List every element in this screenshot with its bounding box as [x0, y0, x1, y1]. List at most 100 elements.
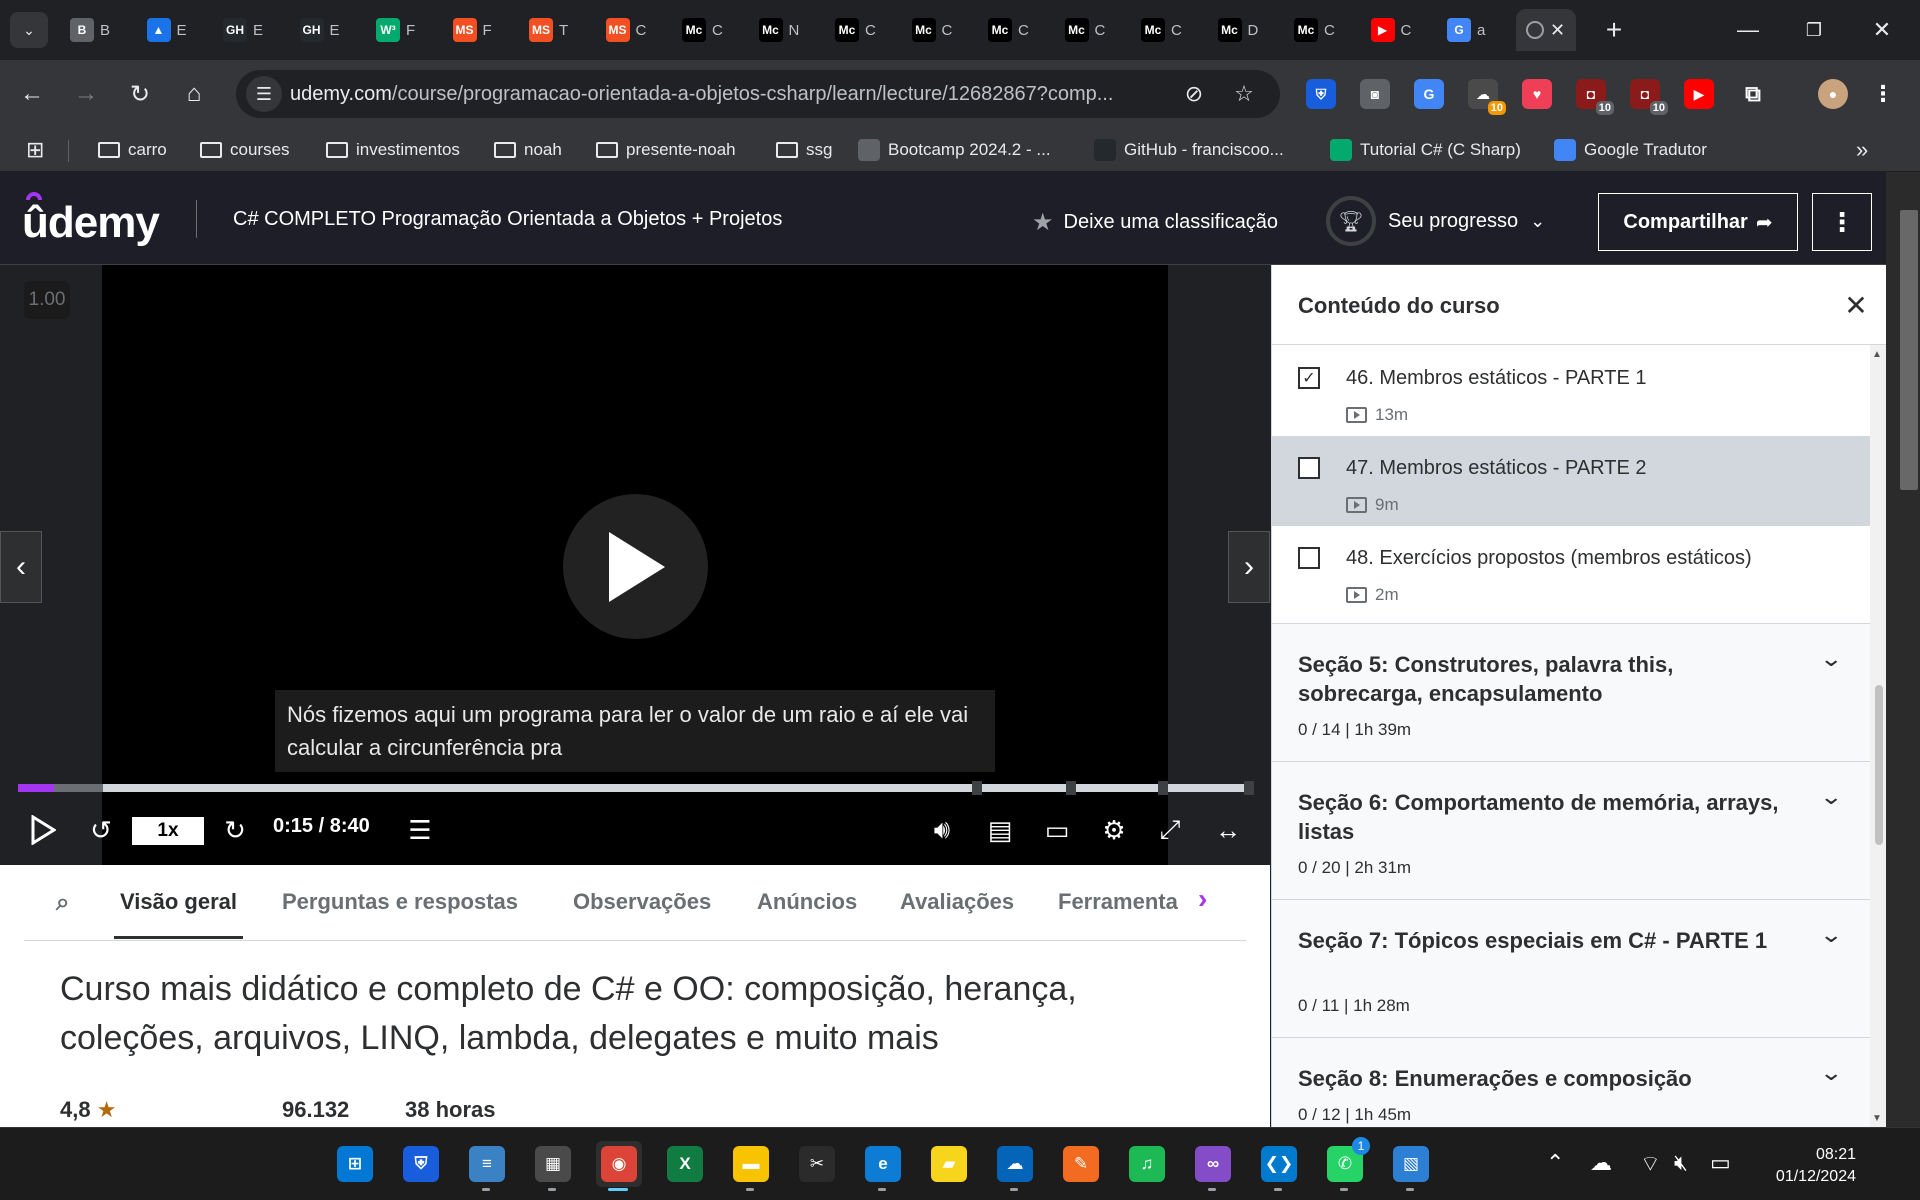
image-app-taskbar-icon[interactable]: ▧ — [1388, 1141, 1434, 1191]
tab-overview[interactable]: Visão geral — [114, 889, 243, 939]
share-button[interactable]: Compartilhar ➦ — [1598, 193, 1798, 251]
extensions-puzzle-icon[interactable]: ⧉ — [1738, 79, 1768, 109]
spotify-taskbar-icon[interactable]: ♫ — [1124, 1141, 1170, 1187]
edge-taskbar-icon[interactable]: e — [860, 1141, 906, 1191]
reload-button[interactable]: ↻ — [120, 74, 160, 114]
whatsapp-taskbar-icon[interactable]: ✆ 1 — [1322, 1137, 1370, 1191]
browser-tab[interactable]: GH E — [213, 9, 287, 51]
transcript-icon[interactable]: ▤ — [982, 810, 1018, 850]
bookmarks-overflow-icon[interactable]: » — [1856, 136, 1868, 164]
captions-icon[interactable]: ▭ — [1038, 810, 1076, 850]
browser-tab[interactable]: MS T — [519, 9, 593, 51]
more-options-button[interactable]: ⋮ — [1812, 193, 1872, 251]
chevron-down-icon[interactable]: ⌄ — [1819, 922, 1843, 948]
video-player[interactable]: 1.00 ‹ › Nós fizemos aqui um programa pa… — [0, 265, 1270, 865]
browser-tab[interactable]: ▲ E — [137, 9, 211, 51]
playback-rate-button[interactable]: 1x — [132, 817, 204, 845]
progress-button[interactable]: 🏆︎ Seu progresso ⌄ — [1326, 196, 1545, 246]
browser-tab[interactable]: MS C — [596, 9, 670, 51]
section-item[interactable]: Seção 5: Construtores, palavra this, sob… — [1272, 623, 1870, 761]
rate-course-button[interactable]: ★ Deixe uma classificação — [1032, 208, 1278, 237]
tab-tools[interactable]: Ferramenta — [1058, 889, 1214, 915]
file-explorer-taskbar-icon[interactable]: ▬ — [728, 1141, 774, 1191]
browser-tab[interactable]: Mc D — [1208, 9, 1282, 51]
course-title[interactable]: C# COMPLETO Programação Orientada a Obje… — [233, 208, 782, 231]
browser-tab[interactable]: Mc C — [1284, 9, 1358, 51]
tab-qa[interactable]: Perguntas e respostas — [282, 889, 518, 915]
extension-a-icon[interactable]: ◘ 10 — [1576, 79, 1614, 115]
active-tab-close-icon[interactable]: ✕ — [1550, 20, 1565, 41]
section-item[interactable]: Seção 8: Enumerações e composição 0 / 12 … — [1272, 1037, 1870, 1127]
onedrive-icon[interactable]: ☁ — [1590, 1150, 1612, 1176]
big-play-button[interactable] — [563, 494, 708, 639]
tab-notes[interactable]: Observações — [573, 889, 711, 915]
extension-b-icon[interactable]: ◘ 10 — [1630, 79, 1668, 115]
volume-icon[interactable]: 🔊︎ — [924, 810, 960, 850]
browser-tab[interactable]: Mc C — [672, 9, 746, 51]
snipping-tool-taskbar-icon[interactable]: ✂ — [794, 1141, 840, 1187]
onedrive-folder-taskbar-icon[interactable]: ☁ — [992, 1141, 1038, 1191]
bookmark-item[interactable]: carro — [98, 136, 167, 164]
bitwarden-taskbar-icon[interactable]: ⛨ — [398, 1141, 444, 1187]
chevron-down-icon[interactable]: ⌄ — [1819, 646, 1843, 672]
lecture-checkbox[interactable] — [1298, 457, 1320, 479]
tab-announcements[interactable]: Anúncios — [757, 889, 857, 915]
browser-tab[interactable]: BB — [60, 9, 134, 51]
close-window-button[interactable]: ✕ — [1850, 0, 1914, 60]
home-button[interactable]: ⌂ — [174, 74, 214, 114]
sidebar-scroll-thumb[interactable] — [1875, 685, 1883, 845]
video-progress-bar[interactable] — [18, 781, 1254, 795]
address-bar[interactable]: ☰ udemy.com/course/programacao-orientada… — [236, 70, 1280, 118]
bookmark-item[interactable]: GitHub - franciscoo... — [1094, 136, 1284, 164]
browser-tab[interactable]: Mc C — [902, 9, 976, 51]
tab-reviews[interactable]: Avaliações — [900, 889, 1014, 915]
fullscreen-icon[interactable]: ⤢ — [1152, 810, 1188, 850]
active-tab[interactable]: ✕ — [1516, 9, 1576, 51]
browser-tab[interactable]: Mc C — [1131, 9, 1205, 51]
browser-tab[interactable]: GH E — [290, 9, 364, 51]
chrome-taskbar-icon[interactable]: ◉ — [596, 1141, 642, 1191]
system-clock[interactable]: 08:21 01/12/2024 — [1752, 1144, 1856, 1188]
new-tab-button[interactable]: + — [1596, 12, 1632, 48]
notepad-taskbar-icon[interactable]: ≡ — [464, 1141, 510, 1191]
wifi-icon[interactable]: ⌔ — [1640, 1150, 1661, 1178]
scroll-up-icon[interactable]: ▲ — [1872, 349, 1882, 360]
browser-tab[interactable]: W³ F — [366, 9, 440, 51]
volume-muted-icon[interactable]: 🔇︎ — [1674, 1150, 1688, 1176]
bookmark-item[interactable]: ssg — [776, 136, 832, 164]
bitwarden-extension-icon[interactable]: ⛨ — [1306, 79, 1336, 109]
windows-start-taskbar-icon[interactable]: ⊞ — [332, 1141, 378, 1187]
play-button[interactable] — [26, 810, 60, 850]
apps-grid-icon[interactable]: ⊞ — [26, 136, 44, 164]
browser-tab[interactable]: Mc C — [978, 9, 1052, 51]
search-icon[interactable]: ⌕ — [56, 889, 69, 917]
pocket-extension-icon[interactable]: ♥ — [1522, 79, 1552, 109]
visual-studio-taskbar-icon[interactable]: ∞ — [1190, 1141, 1236, 1191]
back-button[interactable]: ← — [12, 74, 52, 114]
bookmark-star-icon[interactable]: ☆ — [1230, 80, 1258, 108]
lecture-item[interactable]: 47. Membros estáticos - PARTE 2 9m — [1272, 436, 1870, 526]
rewind-icon[interactable]: ↺ — [84, 810, 118, 850]
browser-tab[interactable]: Ga — [1437, 9, 1511, 51]
bookmark-item[interactable]: noah — [494, 136, 562, 164]
battery-icon[interactable]: ▭ — [1710, 1150, 1731, 1176]
bookmark-item[interactable]: Tutorial C# (C Sharp) — [1330, 136, 1521, 164]
page-scroll-thumb[interactable] — [1900, 210, 1918, 490]
browser-tab[interactable]: Mc C — [1055, 9, 1129, 51]
browser-tab[interactable]: Mc N — [749, 9, 823, 51]
section-item[interactable]: Seção 7: Tópicos especiais em C# - PARTE… — [1272, 899, 1870, 1037]
profile-avatar[interactable]: ● — [1818, 79, 1848, 109]
lecture-item[interactable]: ✓ 46. Membros estáticos - PARTE 1 13m — [1272, 346, 1870, 436]
lecture-checkbox[interactable]: ✓ — [1298, 367, 1320, 389]
bookmark-item[interactable]: investimentos — [326, 136, 460, 164]
tabs-next-icon[interactable]: › — [1198, 883, 1207, 915]
excel-taskbar-icon[interactable]: X — [662, 1141, 708, 1187]
url-text[interactable]: udemy.com/course/programacao-orientada-a… — [290, 83, 1113, 106]
udemy-logo[interactable]: ûdemy — [22, 192, 160, 248]
vscode-taskbar-icon[interactable]: ❮❯ — [1256, 1141, 1302, 1191]
bookmark-item[interactable]: presente-noah — [596, 136, 736, 164]
weather-extension-icon[interactable]: ☁ 10 — [1468, 79, 1506, 115]
drawing-app-taskbar-icon[interactable]: ✎ — [1058, 1141, 1104, 1187]
bookmark-item[interactable]: Bootcamp 2024.2 - ... — [858, 136, 1051, 164]
browser-tab[interactable]: MS F — [443, 9, 517, 51]
